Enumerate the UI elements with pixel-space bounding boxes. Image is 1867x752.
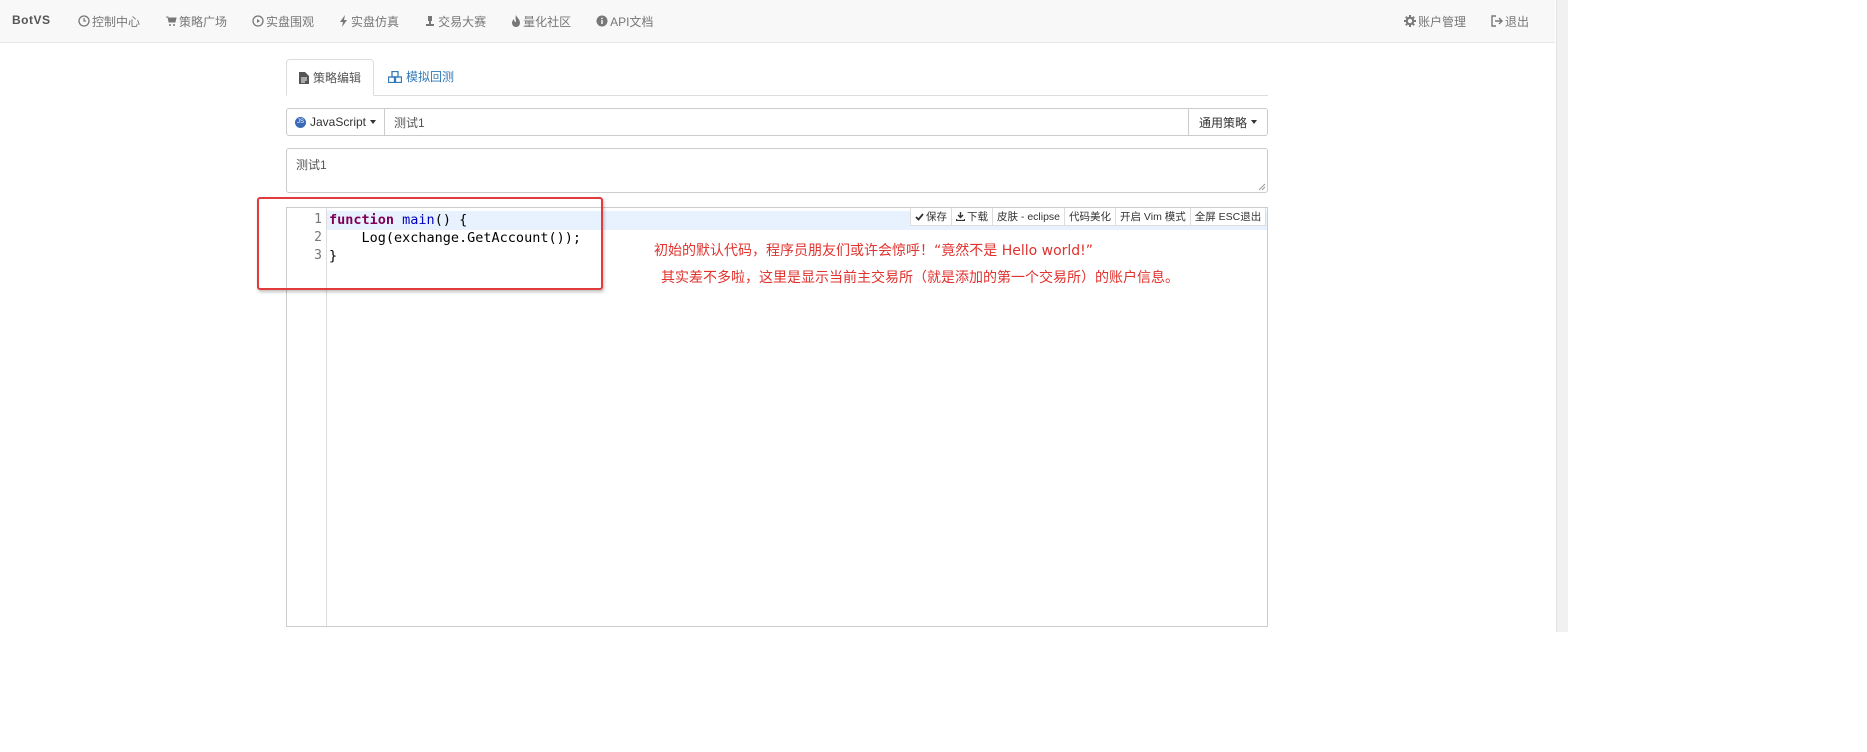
file-icon: [299, 71, 309, 84]
trophy-icon: [426, 16, 435, 26]
resize-grip-icon[interactable]: [1258, 183, 1266, 191]
annotation-text: 初始的默认代码，程序员朋友们或许会惊呼！“竟然不是 Hello world!”: [654, 243, 1094, 259]
editor-tabs: 策略编辑 模拟回测: [286, 59, 1268, 96]
gear-icon: [1404, 15, 1416, 27]
description-text: 测试1: [296, 158, 327, 172]
nav-item-logout[interactable]: 退出: [1491, 13, 1529, 30]
bolt-icon: [340, 15, 348, 27]
nav-item-label: 实盘围观: [266, 14, 315, 29]
nav-item-label: 控制中心: [92, 14, 141, 29]
brand-logo[interactable]: BotVS: [12, 13, 51, 27]
download-button[interactable]: 下载: [952, 208, 993, 226]
nav-item-community[interactable]: 量化社区: [511, 13, 571, 30]
check-icon: [915, 212, 924, 221]
fire-icon: [512, 15, 521, 27]
nav-item-label: 量化社区: [523, 14, 572, 29]
tab-backtest[interactable]: 模拟回测: [376, 59, 466, 94]
nav-item-strategy-square[interactable]: 策略广场: [165, 13, 227, 30]
language-label: JavaScript: [309, 115, 367, 129]
tab-label: 策略编辑: [313, 71, 362, 85]
tab-label: 模拟回测: [406, 70, 455, 84]
user-nav: 账户管理 退出: [1404, 0, 1554, 42]
download-icon: [956, 212, 965, 221]
nav-item-api-docs[interactable]: API文档: [596, 13, 653, 30]
cart-icon: [166, 16, 177, 26]
vim-mode-button[interactable]: 开启 Vim 模式: [1116, 208, 1191, 226]
nav-item-control-center[interactable]: 控制中心: [78, 13, 140, 30]
nav-item-label: API文档: [610, 14, 654, 29]
nav-item-competition[interactable]: 交易大赛: [424, 13, 486, 30]
clock-icon: [78, 15, 90, 27]
save-label: 保存: [926, 211, 947, 223]
nav-item-label: 账户管理: [1418, 14, 1467, 29]
nav-item-label: 策略广场: [179, 14, 228, 29]
annotation-text: 其实差不多啦，这里是显示当前主交易所（就是添加的第一个交易所）的账户信息。: [661, 270, 1179, 286]
logout-icon: [1491, 15, 1504, 27]
tab-strategy-edit[interactable]: 策略编辑: [286, 59, 375, 96]
editor-toolbar: 保存 下载 皮肤 - eclipse 代码美化 开启 Vim 模式 全屏 ESC…: [910, 208, 1267, 226]
nav-item-live-watch[interactable]: 实盘围观: [252, 13, 314, 30]
annotation-highlight-box: [257, 197, 603, 290]
strategy-name-input[interactable]: [385, 109, 1188, 135]
play-circle-icon: [252, 15, 264, 27]
strategy-type-dropdown[interactable]: 通用策略: [1188, 109, 1267, 135]
info-icon: [596, 15, 608, 27]
strategy-type-label: 通用策略: [1198, 115, 1247, 130]
strategy-description-textarea[interactable]: 测试1: [286, 148, 1268, 193]
caret-down-icon: [370, 120, 377, 124]
nav-item-simulation[interactable]: 实盘仿真: [339, 13, 399, 30]
nav-item-label: 实盘仿真: [351, 14, 400, 29]
download-label: 下载: [967, 211, 988, 223]
beautify-button[interactable]: 代码美化: [1065, 208, 1117, 226]
caret-down-icon: [1251, 120, 1257, 124]
top-navbar: BotVS 控制中心 策略广场 实盘围观 实盘仿真 交易大赛 量化社区 API文…: [0, 0, 1555, 43]
main-nav: 控制中心 策略广场 实盘围观 实盘仿真 交易大赛 量化社区 API文档: [78, 0, 678, 42]
nav-item-label: 退出: [1505, 14, 1530, 29]
cubes-icon: [388, 70, 402, 83]
javascript-icon: JS: [294, 116, 306, 128]
theme-button[interactable]: 皮肤 - eclipse: [993, 208, 1066, 226]
save-button[interactable]: 保存: [911, 208, 952, 226]
page-scrollbar[interactable]: [1556, 0, 1568, 632]
language-dropdown[interactable]: JS JavaScript: [287, 109, 385, 135]
strategy-name-group: JS JavaScript 通用策略: [286, 108, 1268, 136]
fullscreen-button[interactable]: 全屏 ESC退出: [1190, 208, 1267, 226]
nav-item-label: 交易大赛: [438, 14, 487, 29]
nav-item-account[interactable]: 账户管理: [1404, 13, 1466, 30]
